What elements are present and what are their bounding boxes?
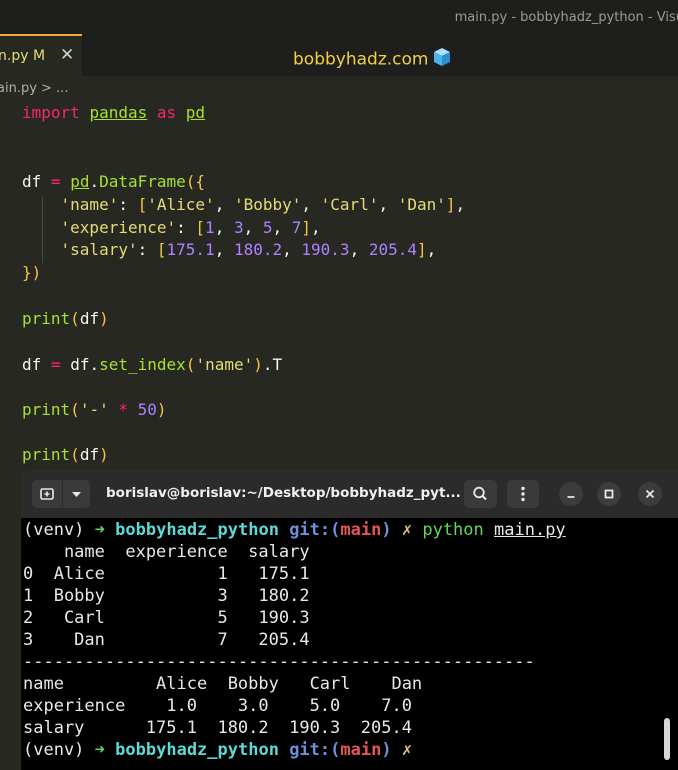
code-line-1: import pandas as pd <box>22 103 206 122</box>
search-button[interactable] <box>464 480 497 508</box>
terminal-window[interactable]: borislav@borislav:~/Desktop/bobbyhadz_py… <box>21 470 678 770</box>
search-icon <box>473 486 487 501</box>
terminal-scrollbar[interactable] <box>664 718 670 760</box>
code-line-12: df = df.set_index('name').T <box>22 355 283 374</box>
close-button[interactable] <box>638 482 662 506</box>
tab-label: n.py M <box>0 48 46 64</box>
brand-text: bobbyhadz.com <box>293 49 429 70</box>
output-line: salary 175.1 180.2 190.3 205.4 <box>23 718 412 738</box>
code-line-16: print(df) <box>22 445 109 464</box>
code-line-7: 'salary': [175.1, 180.2, 190.3, 205.4], <box>60 240 437 259</box>
code-line-10: print(df) <box>22 309 109 328</box>
close-icon[interactable]: ✕ <box>60 45 74 65</box>
output-line: 0 Alice 1 175.1 <box>23 564 310 584</box>
brand-watermark: bobbyhadz.com <box>293 47 452 72</box>
maximize-button[interactable] <box>597 482 621 506</box>
maximize-icon <box>604 489 614 499</box>
code-line-4: df = pd.DataFrame({ <box>22 172 206 191</box>
output-line: 1 Bobby 3 180.2 <box>23 586 310 606</box>
code-line-8: }) <box>22 263 42 282</box>
menu-button[interactable] <box>507 480 539 508</box>
prompt-line: (venv) ➜ bobbyhadz_python git:(main) ✗ p… <box>23 520 566 540</box>
breadcrumb[interactable]: ain.py > ... <box>0 81 68 96</box>
terminal-title: borislav@borislav:~/Desktop/bobbyhadz_py… <box>106 485 461 501</box>
code-line-5: 'name': ['Alice', 'Bobby', 'Carl', 'Dan'… <box>60 195 466 214</box>
new-tab-icon <box>40 488 54 500</box>
terminal-header: borislav@borislav:~/Desktop/bobbyhadz_py… <box>21 470 678 518</box>
kebab-menu-icon <box>521 486 525 502</box>
minimize-button[interactable] <box>559 482 583 506</box>
tab-main-py[interactable]: n.py M ✕ <box>0 34 82 76</box>
output-line: name experience salary <box>23 542 310 562</box>
output-line: experience 1.0 3.0 5.0 7.0 <box>23 696 412 716</box>
close-icon <box>645 489 655 499</box>
output-line: ----------------------------------------… <box>23 652 535 672</box>
prompt-line: (venv) ➜ bobbyhadz_python git:(main) ✗ <box>23 740 413 760</box>
cube-icon <box>432 47 452 72</box>
output-line: name Alice Bobby Carl Dan <box>23 674 423 694</box>
new-tab-button[interactable] <box>32 480 62 508</box>
output-line: 3 Dan 7 205.4 <box>23 630 310 650</box>
code-line-6: 'experience': [1, 3, 5, 7], <box>60 218 321 237</box>
minimize-icon <box>567 496 575 498</box>
new-tab-dropdown-button[interactable] <box>63 480 90 508</box>
code-line-14: print('-' * 50) <box>22 400 167 419</box>
window-title: main.py - bobbyhadz_python - Visu <box>454 10 678 25</box>
window-titlebar: main.py - bobbyhadz_python - Visu <box>0 0 678 34</box>
chevron-down-icon <box>72 492 81 497</box>
output-line: 2 Carl 5 190.3 <box>23 608 310 628</box>
